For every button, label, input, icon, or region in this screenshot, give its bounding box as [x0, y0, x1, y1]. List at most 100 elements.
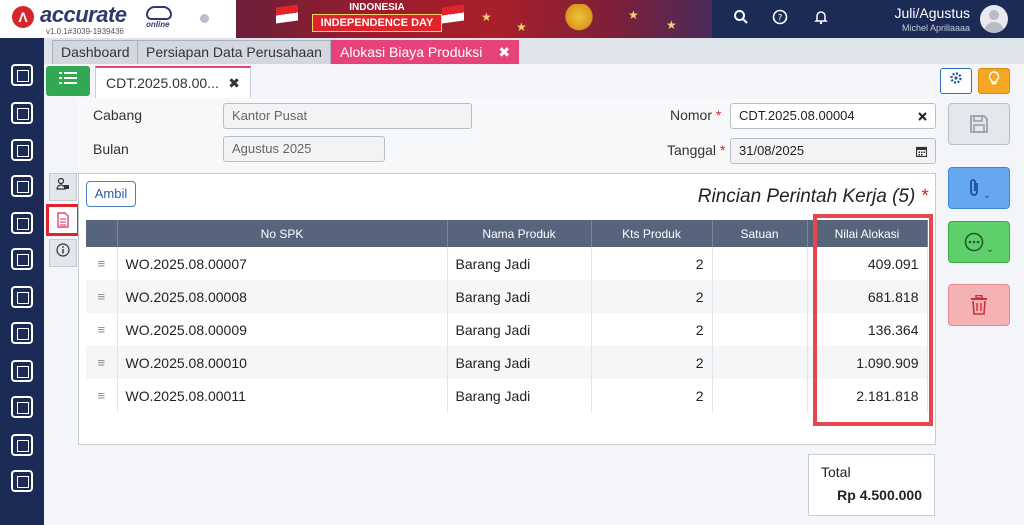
- total-box: Total Rp 4.500.000: [808, 454, 935, 516]
- help-icon[interactable]: ?: [770, 9, 790, 29]
- save-button[interactable]: [948, 103, 1010, 145]
- drag-handle-icon[interactable]: ≡: [86, 379, 118, 412]
- drag-handle-icon[interactable]: ≡: [86, 313, 118, 346]
- gear-icon[interactable]: [940, 68, 972, 94]
- sidebar-ledger-icon[interactable]: [11, 175, 33, 197]
- sidebar-production-icon[interactable]: [11, 360, 33, 382]
- cell-no-spk: WO.2025.08.00009: [117, 313, 448, 346]
- chevron-down-icon: ⌄: [982, 190, 992, 201]
- sidebar-tax-icon[interactable]: [11, 434, 33, 456]
- banner-line2: INDEPENDENCE DAY: [312, 14, 442, 32]
- sidebar-purchase-icon[interactable]: [11, 102, 33, 124]
- cell-kts: 2: [591, 313, 713, 346]
- col-kts-produk[interactable]: Kts Produk: [591, 220, 713, 247]
- calendar-icon[interactable]: [915, 139, 928, 165]
- sidebar-company-icon[interactable]: [11, 139, 33, 161]
- tab-persiapan-data[interactable]: Persiapan Data Perusahaan: [137, 40, 331, 64]
- bell-icon[interactable]: [811, 9, 831, 29]
- col-no-spk[interactable]: No SPK: [117, 220, 448, 247]
- cell-nilai: 681.818: [807, 280, 928, 313]
- drag-handle-icon[interactable]: ≡: [86, 280, 118, 313]
- sidebar-report-icon[interactable]: [11, 470, 33, 492]
- search-icon[interactable]: [731, 9, 751, 29]
- cabang-label: Cabang: [93, 107, 143, 123]
- cell-nama-produk: Barang Jadi: [447, 379, 592, 412]
- document-tab[interactable]: CDT.2025.08.00... ✖: [95, 66, 251, 98]
- bulan-value: Agustus 2025: [232, 141, 312, 156]
- cabang-field[interactable]: Kantor Pusat: [223, 103, 472, 129]
- cell-no-spk: WO.2025.08.00010: [117, 346, 448, 379]
- sidebar-receivable-icon[interactable]: [11, 248, 33, 270]
- cell-nama-produk: Barang Jadi: [447, 346, 592, 379]
- sidebar-inventory-icon[interactable]: [11, 322, 33, 344]
- nomor-value: CDT.2025.08.00004: [739, 108, 855, 123]
- brand-name: accurate: [40, 2, 127, 27]
- sidebar-factory-icon[interactable]: [11, 396, 33, 418]
- vtab-rincian[interactable]: [46, 204, 80, 236]
- bulan-field[interactable]: Agustus 2025: [223, 136, 385, 162]
- cloud-icon: [146, 6, 172, 20]
- detail-title-text: Rincian Perintah Kerja (5): [697, 186, 916, 207]
- cell-nilai: 2.181.818: [807, 379, 928, 412]
- vtab-info[interactable]: [49, 239, 77, 267]
- cell-nilai: 136.364: [807, 313, 928, 346]
- more-actions-button[interactable]: ⌄: [948, 221, 1010, 263]
- tanggal-label-text: Tanggal: [667, 142, 717, 158]
- lightbulb-icon[interactable]: [978, 68, 1010, 94]
- required-mark: *: [719, 142, 726, 158]
- version-text: v1.0.1#3039-1939436: [46, 27, 124, 36]
- cell-nama-produk: Barang Jadi: [447, 313, 592, 346]
- table-header-row: No SPK Nama Produk Kts Produk Satuan Nil…: [86, 220, 928, 247]
- tab-label: Dashboard: [61, 44, 130, 60]
- table-row[interactable]: ≡ WO.2025.08.00009 Barang Jadi 2 136.364: [86, 313, 928, 346]
- col-satuan[interactable]: Satuan: [712, 220, 808, 247]
- cell-nama-produk: Barang Jadi: [447, 247, 592, 280]
- cell-no-spk: WO.2025.08.00011: [117, 379, 448, 412]
- drag-handle-icon[interactable]: ≡: [86, 247, 118, 280]
- paperclip-icon: [969, 179, 978, 196]
- svg-text:?: ?: [778, 14, 783, 24]
- garuda-emblem-icon: [561, 4, 597, 32]
- nomor-field[interactable]: CDT.2025.08.00004: [730, 103, 936, 129]
- cell-kts: 2: [591, 379, 713, 412]
- delete-button[interactable]: [948, 284, 1010, 326]
- cabang-value: Kantor Pusat: [232, 108, 308, 123]
- cell-no-spk: WO.2025.08.00008: [117, 280, 448, 313]
- brand-suffix: online: [146, 20, 170, 29]
- sidebar-bank-icon[interactable]: [11, 212, 33, 234]
- sidebar-cart-icon[interactable]: [11, 286, 33, 308]
- person-money-icon: [56, 177, 69, 190]
- flag-icon: [442, 4, 464, 24]
- close-document-icon[interactable]: ✖: [228, 68, 240, 98]
- logo[interactable]: Λ accurate online v1.0.1#3039-1939436: [0, 0, 236, 38]
- col-nama-produk[interactable]: Nama Produk: [447, 220, 592, 247]
- attachment-button[interactable]: ⌄: [948, 167, 1010, 209]
- required-mark: *: [920, 186, 928, 207]
- cell-satuan: [712, 247, 808, 280]
- ambil-button[interactable]: Ambil: [86, 181, 136, 207]
- period-label[interactable]: Juli/Agustus: [858, 5, 970, 21]
- tab-alokasi-biaya[interactable]: Alokasi Biaya Produksi ✖: [331, 40, 520, 64]
- cell-nilai: 409.091: [807, 247, 928, 280]
- sidebar-settings-icon[interactable]: [11, 64, 33, 86]
- user-name: Michel Aprillaaaa: [901, 23, 970, 33]
- clear-icon[interactable]: [918, 104, 927, 129]
- nomor-label-text: Nomor: [670, 107, 713, 123]
- col-nilai-alokasi[interactable]: Nilai Alokasi: [807, 220, 928, 247]
- table-row[interactable]: ≡ WO.2025.08.00007 Barang Jadi 2 409.091: [86, 247, 928, 280]
- table-row[interactable]: ≡ WO.2025.08.00008 Barang Jadi 2 681.818: [86, 280, 928, 313]
- avatar[interactable]: [980, 5, 1008, 33]
- list-view-button[interactable]: [46, 66, 90, 96]
- cell-nama-produk: Barang Jadi: [447, 280, 592, 313]
- table-row[interactable]: ≡ WO.2025.08.00011 Barang Jadi 2 2.181.8…: [86, 379, 928, 412]
- trash-icon: [971, 294, 987, 315]
- tab-dashboard[interactable]: Dashboard: [52, 40, 139, 64]
- detail-title: Rincian Perintah Kerja (5) *: [620, 186, 928, 208]
- close-tab-icon[interactable]: ✖: [498, 44, 510, 60]
- vtab-info-umum[interactable]: [49, 173, 77, 201]
- col-drag: [86, 220, 118, 247]
- table-row[interactable]: ≡ WO.2025.08.00010 Barang Jadi 2 1.090.9…: [86, 346, 928, 379]
- tanggal-field[interactable]: 31/08/2025: [730, 138, 936, 164]
- drag-handle-icon[interactable]: ≡: [86, 346, 118, 379]
- info-icon: [56, 243, 70, 257]
